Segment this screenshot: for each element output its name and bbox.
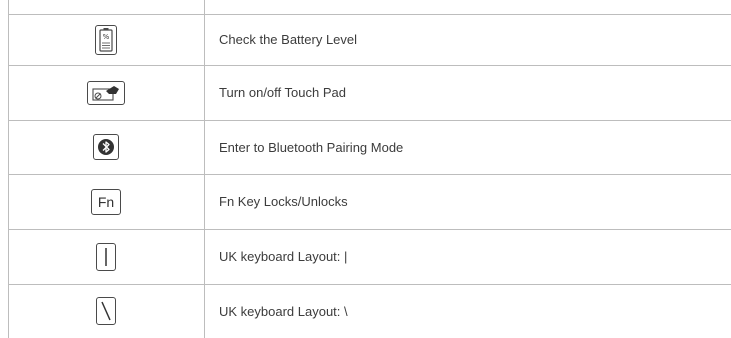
icon-cell <box>8 284 204 338</box>
backslash-glyph <box>101 301 111 321</box>
icon-cell: Fn <box>8 174 204 229</box>
icon-cell <box>8 229 204 284</box>
row-description: Turn on/off Touch Pad <box>219 85 346 100</box>
pipe-glyph <box>105 247 107 266</box>
table-row: UK keyboard Layout: \ <box>8 284 731 338</box>
backslash-key-icon <box>96 297 116 325</box>
row-description: Check the Battery Level <box>219 32 358 47</box>
table-row: Enter to Bluetooth Pairing Mode <box>8 120 731 174</box>
row-description: UK keyboard Layout: | <box>219 249 348 264</box>
battery-percent-glyph: % <box>103 33 110 41</box>
table-row: % Check the Battery Level <box>8 14 731 65</box>
table-row: UK keyboard Layout: | <box>8 229 731 284</box>
row-description: Fn Key Locks/Unlocks <box>219 194 348 209</box>
row-description: Enter to Bluetooth Pairing Mode <box>219 139 404 155</box>
icon-cell: % <box>8 14 204 65</box>
table-row: Turn on/off Touch Pad <box>8 65 731 120</box>
battery-level-icon: % <box>95 24 117 55</box>
table-row: Fn Fn Key Locks/Unlocks <box>8 174 731 229</box>
touchpad-toggle-icon <box>87 80 125 105</box>
fn-key-icon: Fn <box>91 188 121 215</box>
pipe-key-icon <box>96 242 116 271</box>
icon-cell <box>8 65 204 120</box>
bluetooth-icon <box>93 134 119 160</box>
row-description: UK keyboard Layout: \ <box>219 303 348 319</box>
icon-cell <box>8 120 204 174</box>
